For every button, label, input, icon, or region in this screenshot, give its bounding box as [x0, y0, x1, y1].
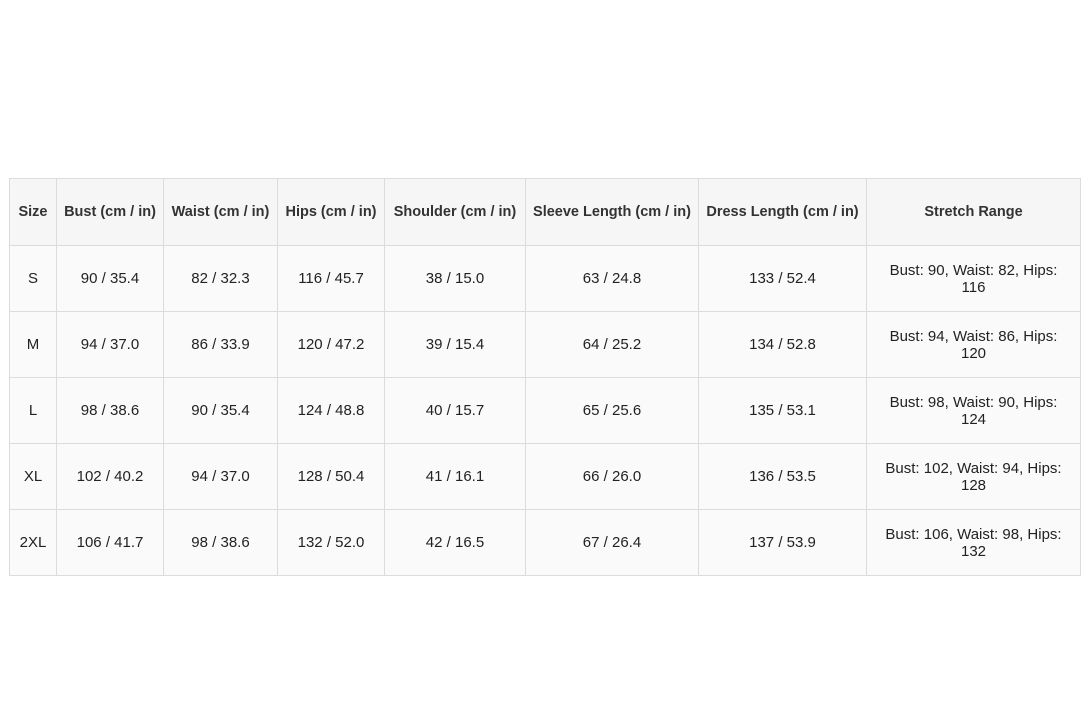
cell-dress-length: 136 / 53.5 [698, 443, 867, 510]
cell-shoulder: 41 / 16.1 [384, 443, 526, 510]
cell-sleeve-length: 64 / 25.2 [525, 311, 699, 378]
cell-waist: 82 / 32.3 [163, 245, 278, 312]
size-chart-table: Size Bust (cm / in) Waist (cm / in) Hips… [9, 178, 1081, 576]
cell-stretch-range: Bust: 94, Waist: 86, Hips: 120 [866, 311, 1081, 378]
cell-hips: 116 / 45.7 [277, 245, 385, 312]
cell-stretch-range: Bust: 98, Waist: 90, Hips: 124 [866, 377, 1081, 444]
cell-bust: 98 / 38.6 [56, 377, 164, 444]
cell-hips: 132 / 52.0 [277, 509, 385, 576]
cell-hips: 128 / 50.4 [277, 443, 385, 510]
header-sleeve-length: Sleeve Length (cm / in) [525, 178, 699, 246]
header-waist: Waist (cm / in) [163, 178, 278, 246]
table-row: L 98 / 38.6 90 / 35.4 124 / 48.8 40 / 15… [9, 377, 1081, 444]
cell-waist: 86 / 33.9 [163, 311, 278, 378]
cell-shoulder: 42 / 16.5 [384, 509, 526, 576]
table-row: 2XL 106 / 41.7 98 / 38.6 132 / 52.0 42 /… [9, 509, 1081, 576]
cell-hips: 124 / 48.8 [277, 377, 385, 444]
cell-size: 2XL [9, 509, 57, 576]
cell-dress-length: 135 / 53.1 [698, 377, 867, 444]
table-row: S 90 / 35.4 82 / 32.3 116 / 45.7 38 / 15… [9, 245, 1081, 312]
cell-sleeve-length: 63 / 24.8 [525, 245, 699, 312]
table-row: XL 102 / 40.2 94 / 37.0 128 / 50.4 41 / … [9, 443, 1081, 510]
header-bust: Bust (cm / in) [56, 178, 164, 246]
cell-stretch-range: Bust: 90, Waist: 82, Hips: 116 [866, 245, 1081, 312]
cell-waist: 90 / 35.4 [163, 377, 278, 444]
header-hips: Hips (cm / in) [277, 178, 385, 246]
cell-stretch-range: Bust: 106, Waist: 98, Hips: 132 [866, 509, 1081, 576]
cell-sleeve-length: 65 / 25.6 [525, 377, 699, 444]
cell-bust: 94 / 37.0 [56, 311, 164, 378]
cell-bust: 90 / 35.4 [56, 245, 164, 312]
table-row: M 94 / 37.0 86 / 33.9 120 / 47.2 39 / 15… [9, 311, 1081, 378]
cell-sleeve-length: 66 / 26.0 [525, 443, 699, 510]
cell-dress-length: 137 / 53.9 [698, 509, 867, 576]
cell-stretch-range: Bust: 102, Waist: 94, Hips: 128 [866, 443, 1081, 510]
cell-bust: 102 / 40.2 [56, 443, 164, 510]
cell-waist: 94 / 37.0 [163, 443, 278, 510]
header-stretch-range: Stretch Range [866, 178, 1081, 246]
header-size: Size [9, 178, 57, 246]
cell-sleeve-length: 67 / 26.4 [525, 509, 699, 576]
size-chart: Size Bust (cm / in) Waist (cm / in) Hips… [9, 178, 1081, 576]
cell-size: XL [9, 443, 57, 510]
cell-dress-length: 134 / 52.8 [698, 311, 867, 378]
cell-dress-length: 133 / 52.4 [698, 245, 867, 312]
cell-size: L [9, 377, 57, 444]
header-dress-length: Dress Length (cm / in) [698, 178, 867, 246]
header-shoulder: Shoulder (cm / in) [384, 178, 526, 246]
cell-size: M [9, 311, 57, 378]
header-row: Size Bust (cm / in) Waist (cm / in) Hips… [9, 178, 1081, 246]
cell-hips: 120 / 47.2 [277, 311, 385, 378]
cell-shoulder: 38 / 15.0 [384, 245, 526, 312]
cell-waist: 98 / 38.6 [163, 509, 278, 576]
cell-shoulder: 40 / 15.7 [384, 377, 526, 444]
cell-size: S [9, 245, 57, 312]
cell-bust: 106 / 41.7 [56, 509, 164, 576]
cell-shoulder: 39 / 15.4 [384, 311, 526, 378]
